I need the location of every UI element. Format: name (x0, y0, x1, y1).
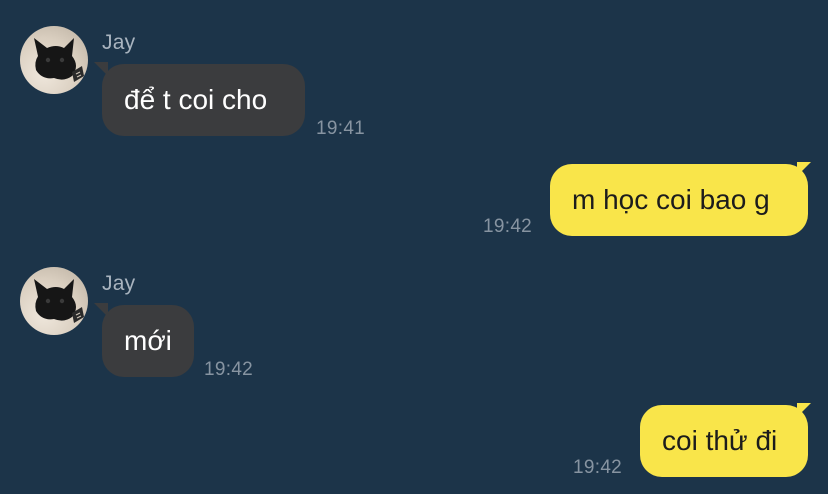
bubble-tail (797, 403, 811, 417)
message-time: 19:41 (316, 118, 366, 139)
message-bubble[interactable]: để t coi cho (102, 64, 305, 136)
sender-name: Jay (102, 31, 136, 54)
cat-avatar-icon (34, 38, 84, 82)
message-bubble[interactable]: coi thử đi (640, 405, 808, 477)
sender-avatar[interactable] (20, 267, 88, 335)
message-time: 19:42 (483, 216, 533, 237)
sender-name: Jay (102, 272, 136, 295)
chat-screen: { "messages": [ {"direction": "incoming"… (0, 0, 828, 494)
message-bubble[interactable]: m học coi bao g (550, 164, 808, 236)
cat-avatar-icon (34, 279, 84, 323)
message-time: 19:42 (573, 457, 623, 478)
bubble-tail (797, 162, 811, 176)
message-time: 19:42 (204, 359, 254, 380)
sender-avatar[interactable] (20, 26, 88, 94)
message-bubble[interactable]: mới (102, 305, 194, 377)
